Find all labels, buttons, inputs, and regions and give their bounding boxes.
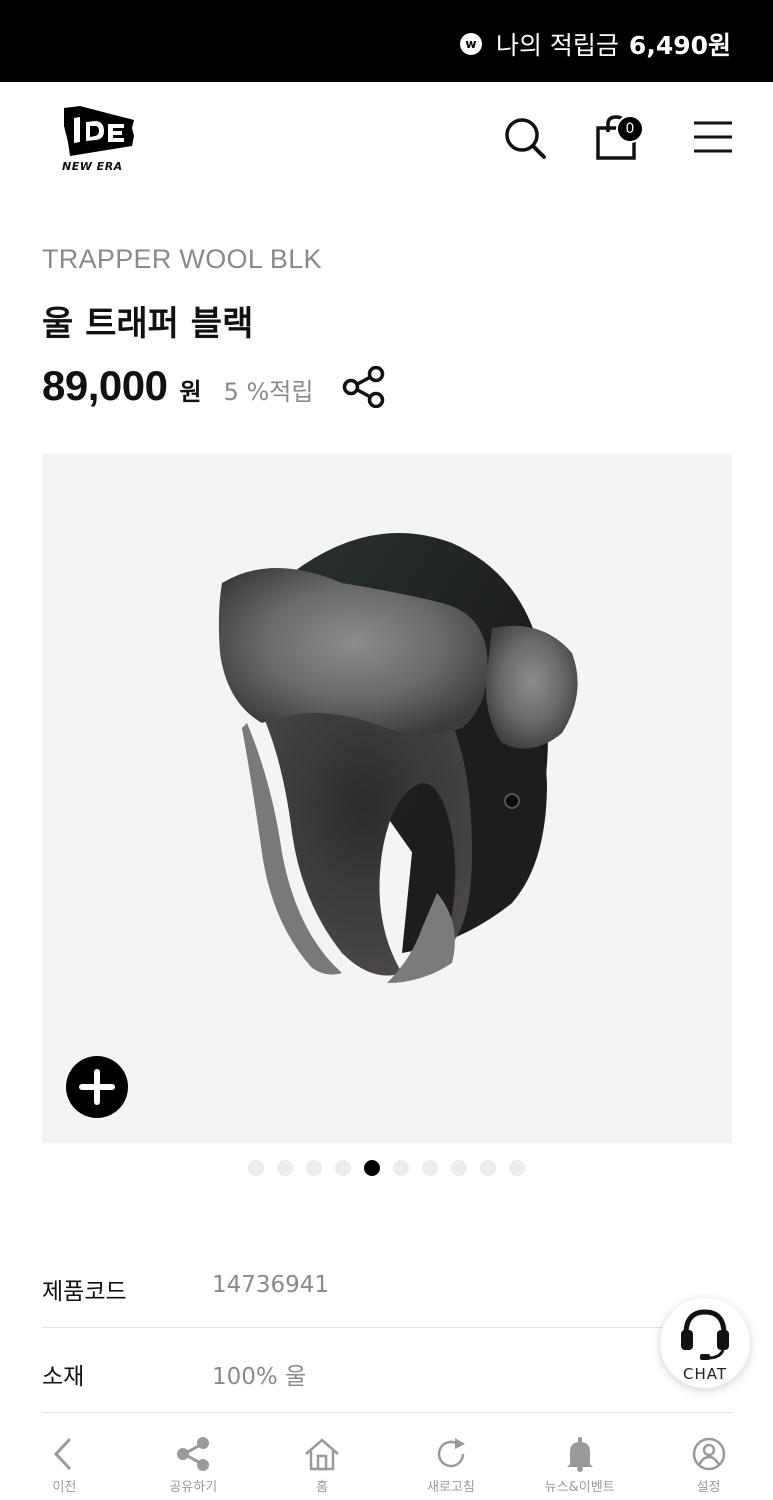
bell-icon: [566, 1437, 593, 1472]
share-icon[interactable]: [342, 366, 386, 408]
carousel-dot[interactable]: [422, 1160, 438, 1176]
product-image-carousel[interactable]: [42, 453, 732, 1143]
points-bar: w 나의 적립금 6,490원: [0, 0, 773, 82]
share-icon: [177, 1437, 210, 1471]
user-settings-icon: [692, 1437, 725, 1471]
nav-refresh[interactable]: 새로고침: [386, 1418, 515, 1500]
nav-news-events[interactable]: 뉴스&이벤트: [515, 1418, 644, 1500]
zoom-plus-button[interactable]: [66, 1056, 128, 1118]
detail-value: 100% 울: [212, 1364, 307, 1390]
cart-count-badge: 0: [616, 115, 644, 143]
points-label: 나의 적립금: [495, 31, 619, 60]
nav-settings[interactable]: 설정: [644, 1418, 773, 1500]
carousel-dot[interactable]: [509, 1160, 525, 1176]
logo-wordmark: NEW ERA: [62, 160, 123, 173]
nav-label: 공유하기: [169, 1480, 218, 1495]
home-icon: [305, 1438, 339, 1471]
detail-label: 제품코드: [42, 1279, 127, 1305]
nav-label: 뉴스&이벤트: [544, 1480, 615, 1495]
carousel-dot[interactable]: [306, 1160, 322, 1176]
detail-label: 소재: [42, 1364, 85, 1390]
detail-row-material: 소재 100% 울: [42, 1329, 732, 1413]
trapper-hat-image: [218, 533, 578, 983]
points-badge-icon: w: [459, 33, 482, 55]
points-value: 6,490원: [628, 31, 731, 60]
search-icon[interactable]: [503, 116, 547, 160]
nav-share[interactable]: 공유하기: [129, 1418, 258, 1500]
price-currency: 원: [179, 378, 202, 406]
nav-label: 홈: [316, 1480, 329, 1495]
plus-icon: [79, 1069, 115, 1105]
refresh-icon: [437, 1438, 465, 1468]
carousel-dot[interactable]: [277, 1160, 293, 1176]
nav-label: 새로고침: [426, 1480, 475, 1495]
chat-button[interactable]: CHAT: [660, 1298, 750, 1388]
product-title: 울 트래퍼 블랙: [42, 304, 254, 344]
product-price: 89,000: [42, 362, 168, 409]
carousel-dot[interactable]: [480, 1160, 496, 1176]
bottom-navigation: 이전 공유하기 홈 새로고침 뉴스&이벤트 설정: [0, 1418, 773, 1500]
carousel-dot[interactable]: [393, 1160, 409, 1176]
nav-label: 이전: [52, 1480, 77, 1495]
product-english-name: TRAPPER WOOL BLK: [42, 244, 322, 274]
detail-value: 14736941: [212, 1272, 330, 1298]
carousel-dot[interactable]: [335, 1160, 351, 1176]
nav-label: 설정: [696, 1480, 721, 1495]
carousel-pagination: [0, 1160, 773, 1176]
detail-row-product-code: 제품코드 14736941: [42, 1244, 732, 1328]
reward-rate: 5 %적립: [223, 378, 314, 406]
nav-home[interactable]: 홈: [258, 1418, 387, 1500]
carousel-dot[interactable]: [364, 1160, 380, 1176]
headset-icon: [681, 1309, 729, 1360]
points-summary[interactable]: w 나의 적립금 6,490원: [459, 26, 731, 62]
chat-label: CHAT: [682, 1365, 727, 1383]
carousel-dot[interactable]: [248, 1160, 264, 1176]
nav-back[interactable]: 이전: [0, 1418, 129, 1500]
carousel-dot[interactable]: [451, 1160, 467, 1176]
site-header: NEW ERA 0: [0, 82, 773, 202]
price-row: 89,000 원 5 %적립: [42, 362, 313, 412]
hamburger-menu-icon[interactable]: [694, 120, 732, 154]
back-icon: [54, 1437, 72, 1471]
